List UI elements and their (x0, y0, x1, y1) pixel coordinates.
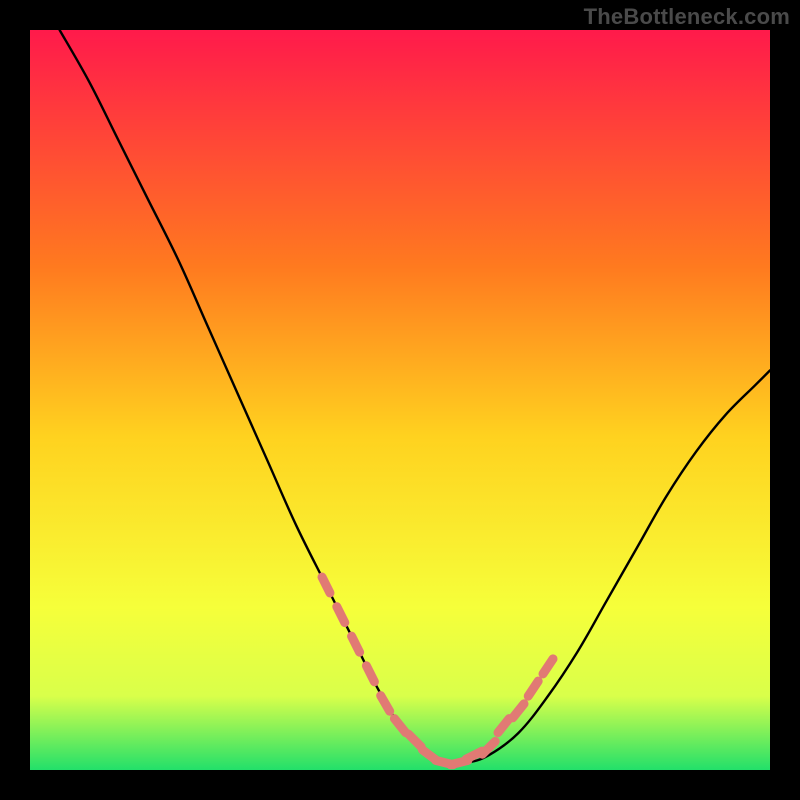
bottleneck-chart (30, 30, 770, 770)
chart-frame (30, 30, 770, 770)
watermark-text: TheBottleneck.com (584, 4, 790, 30)
gradient-background (30, 30, 770, 770)
